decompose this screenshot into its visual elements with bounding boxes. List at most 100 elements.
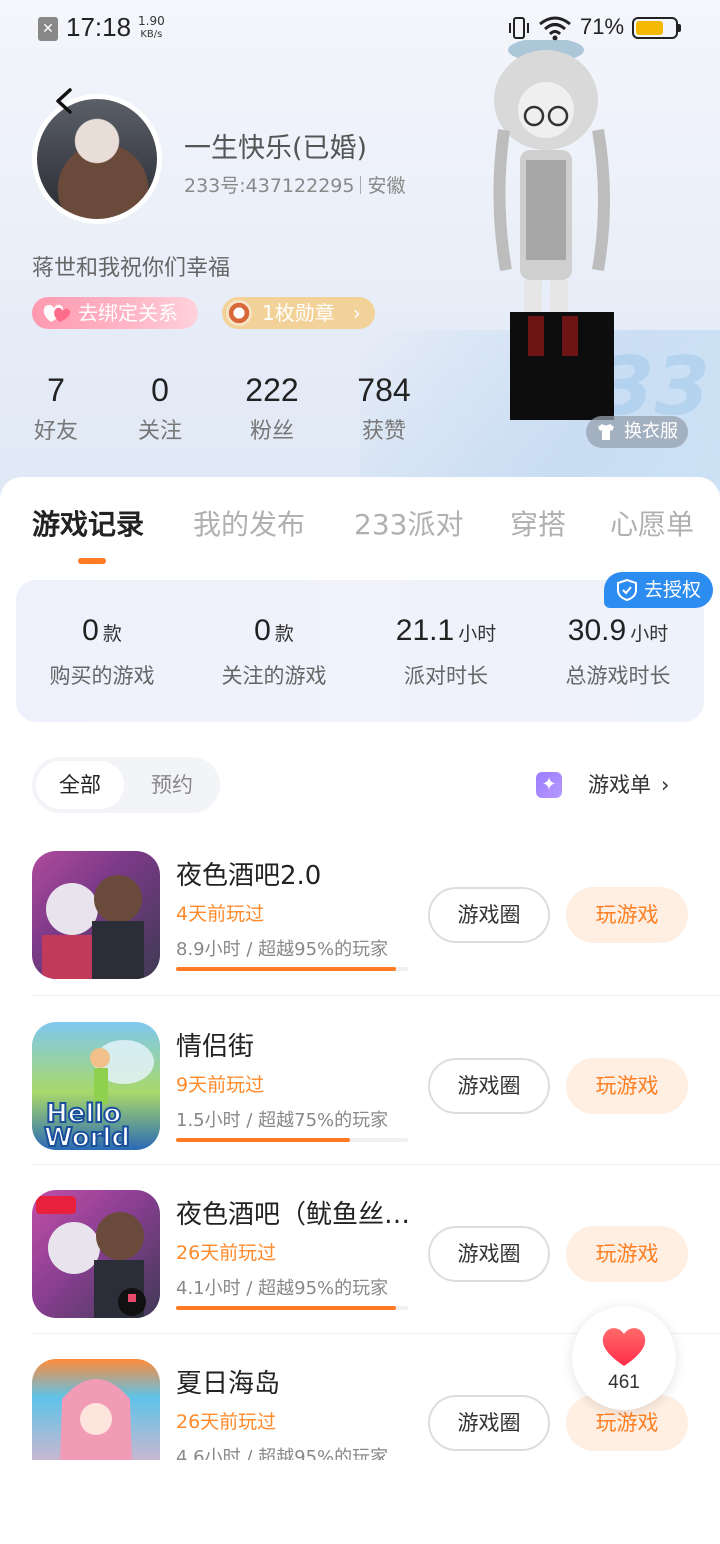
stat-value: 784: [357, 372, 411, 408]
game-icon: Hello World: [32, 1022, 160, 1150]
divider: [32, 1164, 720, 1165]
medals-button[interactable]: 1枚勋章 ›: [222, 297, 375, 329]
status-time: 17:18: [66, 12, 132, 42]
game-progress-bar: [176, 1306, 408, 1310]
stat-following[interactable]: 0 关注: [128, 372, 192, 445]
shield-check-icon: [617, 579, 637, 601]
authorize-button[interactable]: 去授权: [604, 572, 714, 608]
game-list-link[interactable]: ✦ 游戏单 ›: [536, 769, 669, 801]
stat-friends[interactable]: 7 好友: [24, 372, 88, 445]
sparkle-icon: ✦: [536, 772, 562, 798]
change-outfit-button[interactable]: 换衣服: [586, 416, 688, 448]
game-summary-card: 0款 购买的游戏 0款 关注的游戏 21.1 小时 派对时长 30.9 小时 总游戏…: [16, 580, 704, 722]
filter-reserve[interactable]: 预约: [128, 761, 216, 809]
no-sim-icon: ✕: [38, 17, 58, 41]
medals-label: 1枚勋章: [262, 301, 335, 325]
game-progress-fill: [176, 967, 397, 971]
game-circle-button[interactable]: 游戏圈: [428, 1058, 550, 1114]
game-playtime: 4.1小时 / 超越95%的玩家: [176, 1278, 389, 1299]
summary-party-time[interactable]: 21.1 小时 派对时长: [360, 614, 532, 690]
change-outfit-label: 换衣服: [624, 421, 678, 442]
game-name: 情侣街: [176, 1032, 255, 1062]
chevron-right-icon: ›: [352, 301, 361, 325]
bind-relationship-button[interactable]: 去绑定关系: [32, 297, 198, 329]
summary-label: 购买的游戏: [49, 664, 155, 688]
stat-fans[interactable]: 222 粉丝: [224, 372, 320, 445]
game-circle-button[interactable]: 游戏圈: [428, 1226, 550, 1282]
chevron-right-icon: ›: [661, 773, 670, 797]
play-game-button[interactable]: 玩游戏: [566, 887, 688, 943]
stat-label: 粉丝: [249, 419, 294, 444]
heart-icon: [602, 1328, 646, 1366]
play-game-button[interactable]: 玩游戏: [566, 1058, 688, 1114]
tab-wishlist[interactable]: 心愿单: [610, 503, 694, 543]
battery-percent: 71%: [580, 14, 625, 39]
play-game-button[interactable]: 玩游戏: [566, 1226, 688, 1282]
battery-tip: [678, 24, 681, 32]
game-list-label: 游戏单: [588, 773, 651, 797]
summary-label: 派对时长: [404, 664, 488, 688]
game-progress-bar: [176, 1138, 408, 1142]
stats-row: 7 好友 0 关注 222 粉丝 784 获赞: [0, 372, 460, 452]
bio: 蒋世和我祝你们幸福: [32, 256, 231, 281]
stat-likes[interactable]: 784 获赞: [340, 372, 428, 445]
game-last-played: 26天前玩过: [176, 1242, 277, 1264]
game-progress-bar: [176, 967, 408, 971]
stat-value: 7: [47, 372, 65, 408]
user-id: 233号:437122295: [184, 175, 355, 197]
summary-unit: 款: [102, 623, 122, 645]
divider: [32, 995, 720, 996]
svg-text:World: World: [44, 1123, 130, 1150]
game-circle-button[interactable]: 游戏圈: [428, 887, 550, 943]
profile-tabs: 游戏记录 我的发布 233派对 穿搭 心愿单: [0, 477, 720, 573]
character-avatar[interactable]: [486, 40, 656, 430]
shirt-icon: [598, 424, 614, 440]
network-speed-value: 1.90: [138, 14, 165, 28]
stat-label: 好友: [33, 419, 78, 444]
authorize-label: 去授权: [644, 579, 702, 601]
summary-value: 21.1: [395, 614, 455, 647]
bind-relationship-label: 去绑定关系: [78, 301, 178, 325]
game-playtime: 8.9小时 / 超越95%的玩家: [176, 939, 389, 960]
tab-my-posts[interactable]: 我的发布: [193, 503, 305, 543]
game-last-played: 26天前玩过: [176, 1411, 277, 1433]
game-last-played: 4天前玩过: [176, 903, 265, 925]
game-circle-button[interactable]: 游戏圈: [428, 1395, 550, 1451]
game-name: 夜色酒吧（鱿鱼丝…: [176, 1200, 411, 1230]
stat-value: 0: [151, 372, 169, 408]
network-speed-unit: KB/s: [140, 29, 163, 40]
game-last-played: 9天前玩过: [176, 1074, 265, 1096]
back-icon[interactable]: [50, 86, 80, 116]
summary-label: 关注的游戏: [221, 664, 327, 688]
summary-purchased[interactable]: 0款 购买的游戏: [16, 614, 188, 690]
user-location: 安徽: [367, 175, 406, 197]
like-button[interactable]: 461: [572, 1306, 676, 1410]
tab-233-party[interactable]: 233派对: [354, 503, 463, 543]
game-progress-fill: [176, 1306, 397, 1310]
vibrate-icon: [509, 17, 529, 39]
medal-icon: [226, 300, 252, 326]
filter-all[interactable]: 全部: [36, 761, 124, 809]
game-name: 夜色酒吧2.0: [176, 861, 322, 891]
summary-label: 总游戏时长: [565, 664, 671, 688]
game-icon: [32, 1190, 160, 1318]
tab-indicator: [78, 558, 106, 564]
divider: [360, 176, 362, 194]
list-item[interactable]: 夜色酒吧2.0 4天前玩过 8.9小时 / 超越95%的玩家 游戏圈 玩游戏: [0, 851, 720, 1019]
like-count: 461: [608, 1372, 640, 1393]
profile-header: 233 ✕ 17:18 1.90 KB/s 71% 一生快乐(已婚) 233号:…: [0, 0, 720, 500]
bottom-blank-area: [0, 1460, 720, 1544]
tab-outfits[interactable]: 穿搭: [510, 503, 566, 543]
tab-game-records[interactable]: 游戏记录: [32, 503, 144, 543]
game-playtime: 1.5小时 / 超越75%的玩家: [176, 1110, 389, 1131]
summary-total-time[interactable]: 30.9 小时 总游戏时长: [532, 614, 704, 690]
summary-followed[interactable]: 0款 关注的游戏: [188, 614, 360, 690]
user-id-line: 233号:437122295 安徽: [184, 171, 405, 198]
summary-value: 30.9: [567, 614, 627, 647]
wifi-icon: [539, 16, 571, 41]
battery-icon: [632, 17, 678, 39]
game-name: 夏日海岛: [176, 1369, 281, 1399]
stat-value: 222: [245, 372, 299, 408]
summary-unit: 小时: [458, 623, 497, 645]
game-icon: [32, 851, 160, 979]
